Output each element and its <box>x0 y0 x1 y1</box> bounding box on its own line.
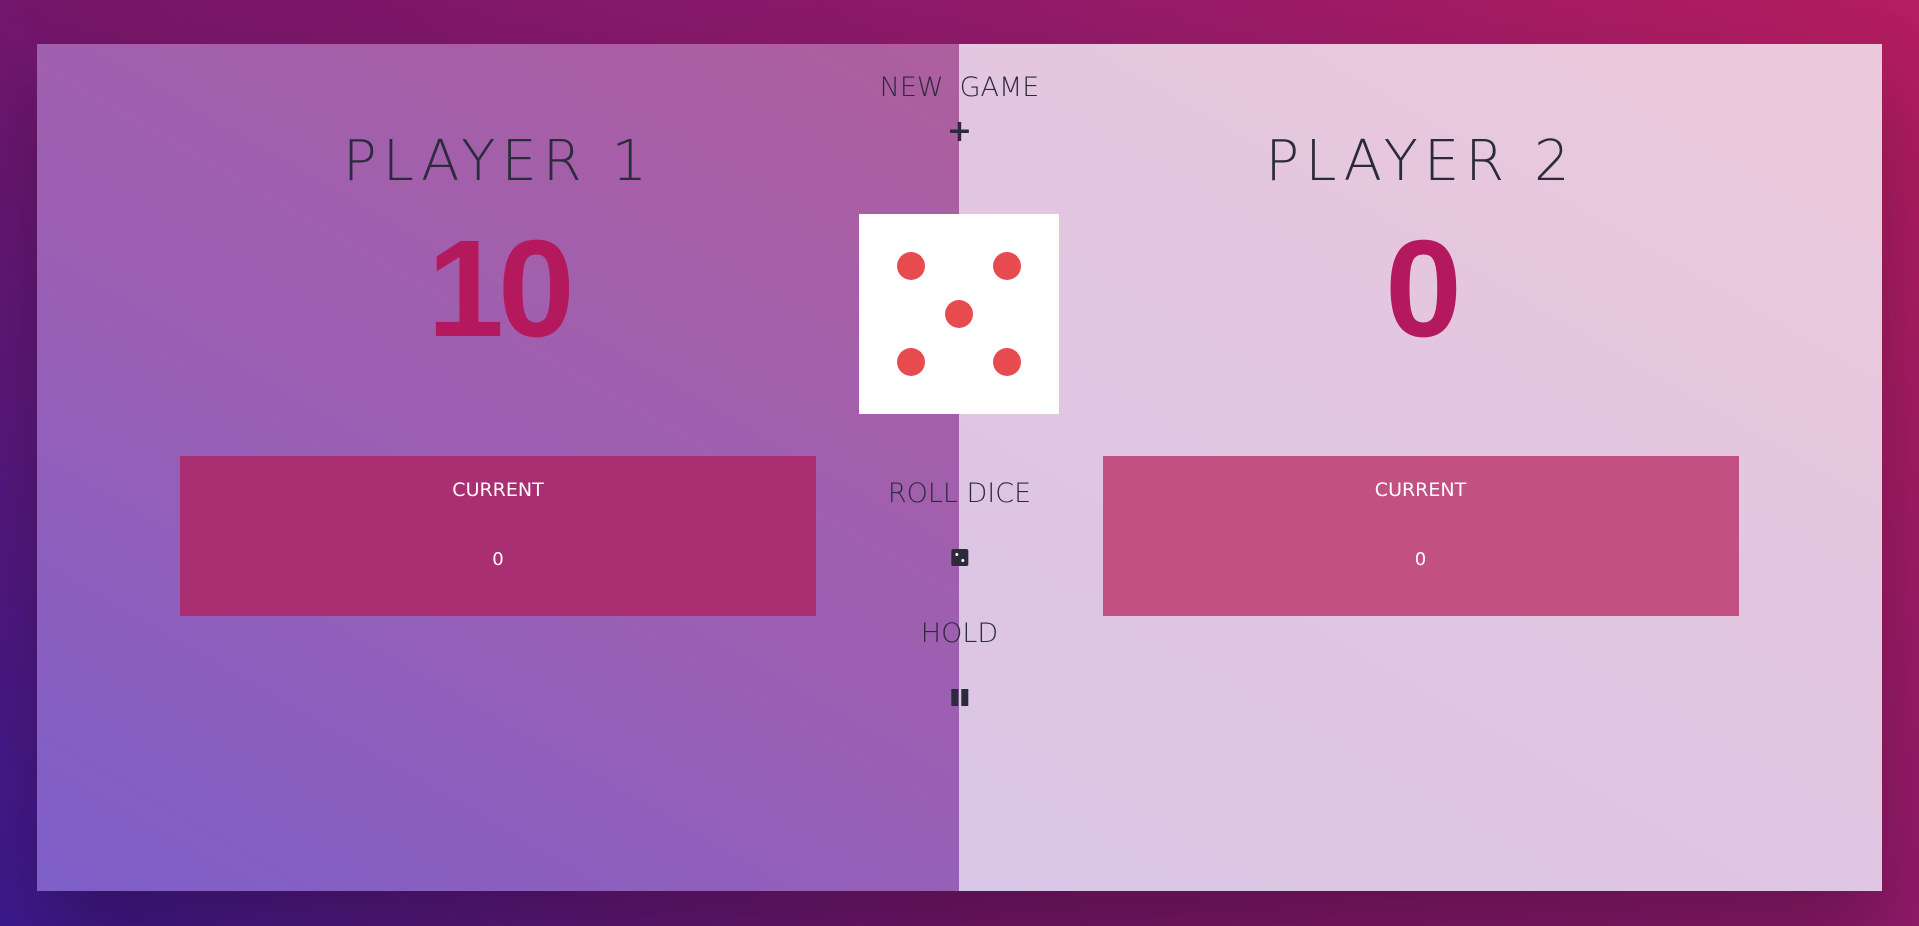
dice-pip <box>897 348 925 376</box>
new-game-word-new: NEW <box>879 72 944 103</box>
roll-dice-button[interactable]: ROLL DICE <box>888 478 1031 566</box>
player-2-current-box: CURRENT 0 <box>1102 456 1739 616</box>
player-1-name: PLAYER 1 <box>342 129 654 194</box>
player-1-score: 10 <box>427 212 574 366</box>
player-2-panel: PLAYER 2 0 CURRENT 0 <box>959 44 1882 891</box>
dice-pip <box>945 300 973 328</box>
roll-dice-label: ROLL DICE <box>887 478 1032 509</box>
player-1-current-label: CURRENT <box>452 479 544 501</box>
dice-pip <box>897 252 925 280</box>
player-2-current-score: 0 <box>1414 549 1427 570</box>
new-game-word-game: GAME <box>959 72 1040 103</box>
player-2-score: 0 <box>1385 212 1462 366</box>
dice-pip <box>993 348 1021 376</box>
player-2-current-label: CURRENT <box>1374 479 1467 501</box>
player-1-panel: PLAYER 1 10 CURRENT 0 <box>37 44 959 891</box>
player-2-name: PLAYER 2 <box>1265 129 1576 194</box>
hold-button[interactable]: HOLD <box>921 618 998 706</box>
game-board: PLAYER 1 10 CURRENT 0 PLAYER 2 0 CURRENT… <box>37 44 1882 891</box>
dice <box>859 214 1059 414</box>
dice-pip <box>993 252 1021 280</box>
new-game-button[interactable]: NEW GAME + <box>880 72 1040 147</box>
plus-icon: + <box>946 114 973 149</box>
pause-icon <box>950 689 968 706</box>
new-game-label: NEW GAME <box>880 72 1040 103</box>
player-1-current-score: 0 <box>492 549 504 570</box>
hold-label: HOLD <box>920 618 999 649</box>
dice-icon <box>950 549 968 566</box>
player-1-current-box: CURRENT 0 <box>180 456 816 616</box>
